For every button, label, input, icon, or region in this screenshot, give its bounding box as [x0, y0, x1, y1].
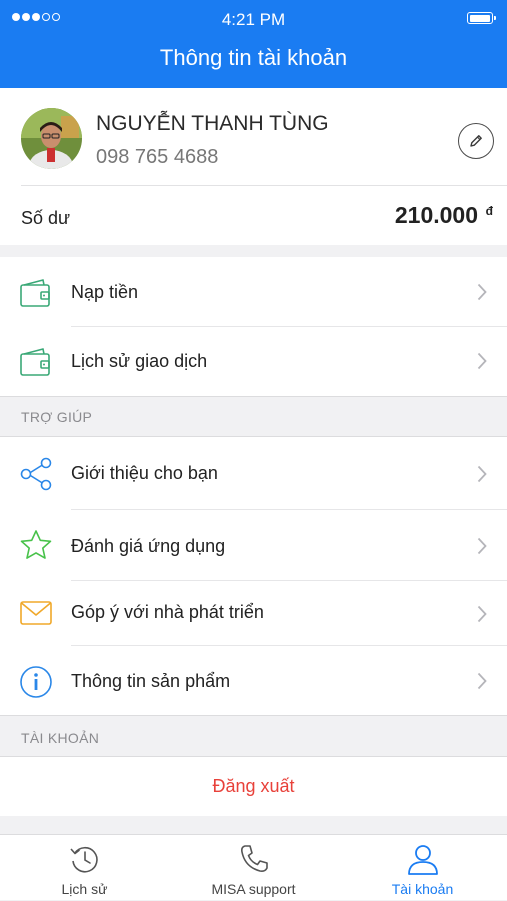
- tab-label: Lịch sử: [61, 881, 108, 897]
- menu-item-product-info[interactable]: Thông tin sản phẩm: [0, 646, 507, 715]
- tab-bar: Lịch sử MISA support Tài khoản: [0, 834, 507, 900]
- user-name: NGUYỄN THANH TÙNG: [96, 112, 329, 135]
- user-icon: [407, 845, 438, 875]
- divider: [21, 185, 507, 186]
- menu-item-label: Thông tin sản phẩm: [71, 671, 231, 691]
- wallet-icon: [20, 348, 50, 376]
- menu-item-label: Giới thiệu cho bạn: [71, 463, 218, 483]
- section-header-help: TRỢ GIÚP: [0, 396, 507, 437]
- menu-item-label: Đánh giá ứng dụng: [71, 536, 226, 556]
- menu-item-feedback[interactable]: Góp ý với nhà phát triển: [0, 581, 507, 646]
- status-time: 4:21 PM: [221, 10, 286, 29]
- menu-item-top-up[interactable]: Nạp tiền: [0, 257, 507, 327]
- menu-item-label: Nạp tiền: [71, 282, 139, 302]
- chevron-right-icon: [477, 605, 487, 623]
- tab-account[interactable]: Tài khoản: [338, 835, 507, 901]
- page-title: Thông tin tài khoản: [159, 45, 348, 70]
- profile-card: NGUYỄN THANH TÙNG 098 765 4688 Số dư 210…: [0, 88, 507, 245]
- status-bar: 4:21 PM: [0, 0, 507, 40]
- chevron-right-icon: [477, 465, 487, 483]
- menu-item-refer-friend[interactable]: Giới thiệu cho bạn: [0, 437, 507, 510]
- edit-profile-button[interactable]: [458, 123, 494, 159]
- history-icon: [69, 846, 98, 873]
- section-title: TRỢ GIÚP: [21, 409, 93, 425]
- tab-label: MISA support: [211, 881, 296, 897]
- star-icon: [20, 530, 52, 559]
- section-title: TÀI KHOẢN: [21, 730, 100, 746]
- menu-item-rate-app[interactable]: Đánh giá ứng dụng: [0, 510, 507, 581]
- battery-icon: [467, 12, 496, 24]
- help-menu: Giới thiệu cho bạn Đánh giá ứng dụng Góp…: [0, 437, 507, 715]
- pencil-icon: [470, 135, 482, 147]
- balance-value: 210.000: [394, 202, 478, 228]
- mail-icon: [20, 601, 52, 625]
- tab-misa-support[interactable]: MISA support: [169, 835, 338, 901]
- chevron-right-icon: [477, 283, 487, 301]
- tab-history[interactable]: Lịch sử: [0, 835, 169, 901]
- chevron-right-icon: [477, 672, 487, 690]
- menu-item-transaction-history[interactable]: Lịch sử giao dịch: [0, 327, 507, 396]
- wallet-icon: [20, 279, 50, 307]
- balance-label: Số dư: [21, 208, 71, 228]
- wallet-menu: Nạp tiền Lịch sử giao dịch: [0, 257, 507, 396]
- info-icon: [20, 666, 52, 698]
- menu-item-label: Góp ý với nhà phát triển: [71, 602, 264, 622]
- chevron-right-icon: [477, 352, 487, 370]
- tab-label: Tài khoản: [391, 881, 454, 897]
- logout-button[interactable]: Đăng xuất: [0, 757, 507, 816]
- phone-icon: [240, 845, 268, 872]
- chevron-right-icon: [477, 537, 487, 555]
- share-icon: [20, 457, 52, 491]
- user-phone: 098 765 4688: [96, 146, 219, 168]
- section-header-account: TÀI KHOẢN: [0, 715, 507, 757]
- app-header: 4:21 PM Thông tin tài khoản: [0, 0, 507, 88]
- avatar[interactable]: [21, 108, 82, 169]
- menu-item-label: Lịch sử giao dịch: [71, 351, 208, 371]
- currency-symbol: đ: [485, 204, 493, 218]
